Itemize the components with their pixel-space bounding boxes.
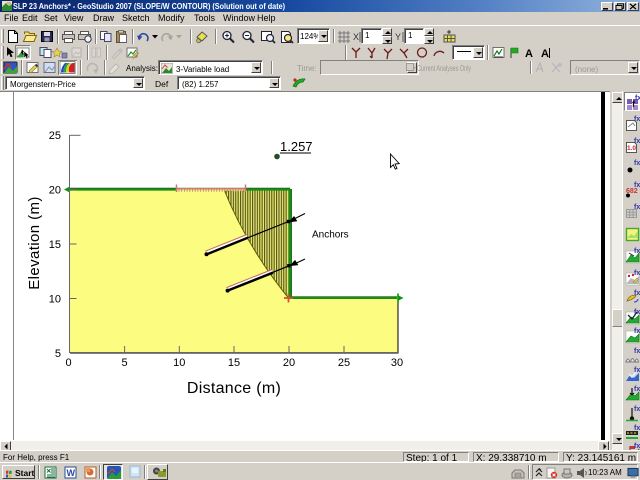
svg-text:25: 25	[338, 357, 350, 369]
svg-text:15: 15	[49, 239, 61, 251]
svg-text:25: 25	[49, 130, 61, 142]
svg-text:fx: fx	[634, 204, 640, 211]
svg-text:30: 30	[391, 357, 403, 369]
svg-text:fx: fx	[634, 248, 640, 255]
svg-text:1.257: 1.257	[280, 139, 313, 154]
svg-text:fx: fx	[634, 386, 640, 393]
svg-text:fx: fx	[634, 270, 640, 277]
svg-text:fx: fx	[634, 290, 640, 297]
svg-text:fx: fx	[634, 443, 640, 450]
svg-text:10: 10	[49, 294, 61, 306]
svg-text:X: X	[353, 32, 359, 42]
svg-text:1.0: 1.0	[627, 145, 636, 152]
svg-text:fx: fx	[634, 328, 640, 335]
svg-text:Y: Y	[395, 32, 401, 42]
svg-text:20: 20	[49, 185, 61, 197]
svg-text:5: 5	[55, 348, 61, 360]
svg-text:0: 0	[65, 357, 71, 369]
svg-text:A: A	[525, 48, 533, 60]
svg-text:15: 15	[228, 357, 240, 369]
svg-text:fx: fx	[634, 367, 640, 374]
svg-text:W: W	[67, 468, 76, 478]
svg-text:Anchors: Anchors	[312, 230, 349, 241]
svg-text:fx: fx	[634, 160, 640, 167]
svg-text:Elevation (m): Elevation (m)	[26, 196, 43, 290]
svg-text:fx: fx	[634, 348, 640, 355]
svg-text:fx: fx	[634, 406, 640, 413]
svg-text:Distance (m): Distance (m)	[187, 380, 281, 397]
svg-text:A: A	[541, 48, 549, 60]
svg-text:fx: fx	[634, 309, 640, 316]
svg-text:fx: fx	[634, 138, 640, 145]
svg-text:10: 10	[173, 357, 185, 369]
svg-text:fx: fx	[634, 182, 640, 189]
svg-text:fx: fx	[634, 116, 640, 123]
svg-text:fx: fx	[634, 425, 640, 432]
svg-text:fx: fx	[635, 95, 640, 102]
svg-text:20: 20	[283, 357, 295, 369]
svg-text:5: 5	[122, 357, 128, 369]
